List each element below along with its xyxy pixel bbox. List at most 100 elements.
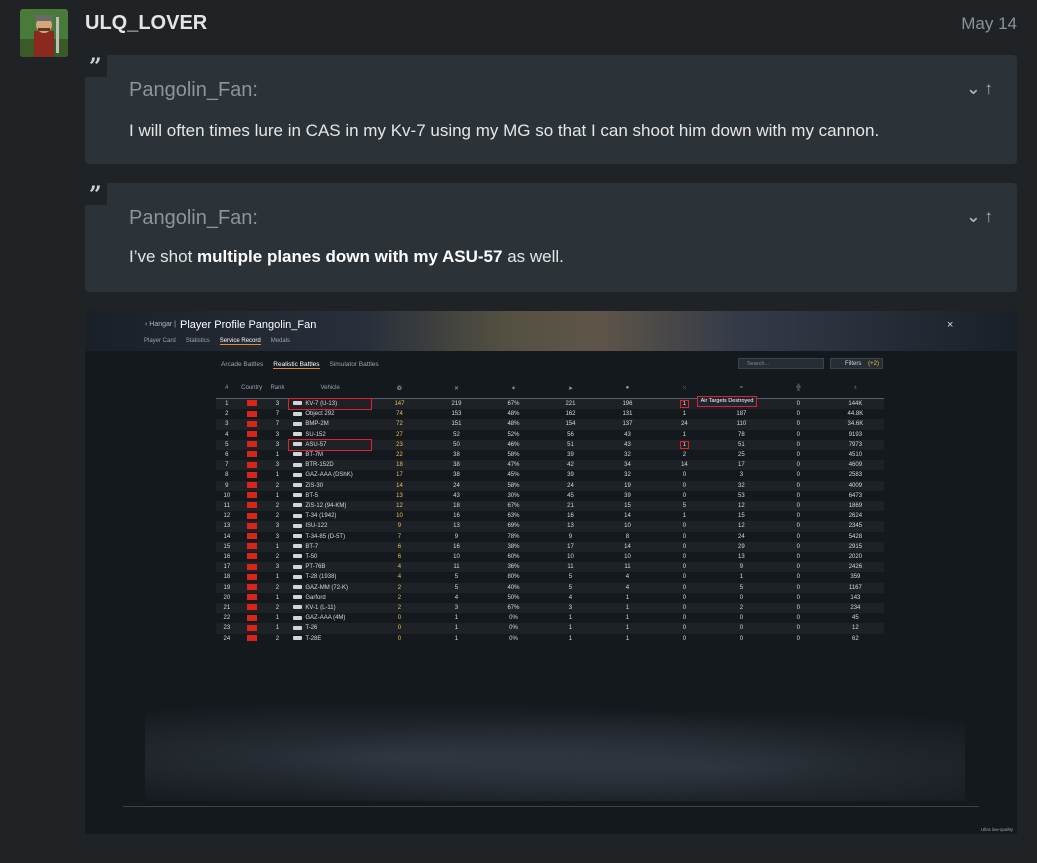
ground-targets-value: 1 bbox=[598, 603, 656, 614]
table-row[interactable]: 8 1 GAZ-AAA (DShK) 17 38 45% 39 32 0 3 0 2583 bbox=[216, 470, 884, 480]
table-row[interactable]: 2 7 Object 292 74 153 48% 162 131 1 187 0 44.8K bbox=[216, 409, 884, 419]
expand-quote-icon[interactable]: ⌄ bbox=[966, 79, 984, 98]
table-row[interactable]: 6 1 BT-7M 22 38 58% 39 32 2 25 0 4510 bbox=[216, 450, 884, 460]
activity-value: 0 bbox=[796, 574, 800, 581]
battles-value: 17 bbox=[396, 472, 403, 479]
col-rank[interactable]: Rank bbox=[265, 378, 290, 399]
naval-targets-value: 3 bbox=[739, 472, 744, 479]
tab-player-card[interactable]: Player Card bbox=[144, 338, 176, 345]
table-row[interactable]: 22 1 GAZ-AAA (4M) 0 1 0% 1 1 0 0 0 45 bbox=[216, 613, 884, 623]
table-row[interactable]: 7 3 BTR-152D 18 38 47% 42 34 14 17 0 4609 bbox=[216, 460, 884, 471]
vehicle-cell: T-26 bbox=[289, 623, 371, 634]
go-to-quote-icon[interactable]: ↑ bbox=[985, 79, 998, 98]
row-number: 4 bbox=[225, 431, 229, 438]
respawns-value: 4 bbox=[454, 594, 459, 601]
rank: 3 bbox=[265, 521, 290, 532]
tab-simulator[interactable]: Simulator Battles bbox=[330, 361, 379, 369]
table-row[interactable]: 4 3 SU-152 27 52 52% 56 43 1 78 0 9193 bbox=[216, 430, 884, 440]
activity-value: 0 bbox=[769, 562, 827, 573]
filters-count: (+2) bbox=[868, 361, 879, 367]
table-row[interactable]: 9 2 ZiS-30 14 24 58% 24 19 0 32 0 4009 bbox=[216, 480, 884, 491]
table-row[interactable]: 13KV-7 (U-13)14721967%22119611760144K bbox=[216, 397, 884, 411]
table-row[interactable]: 15 1 BT-7 6 16 38% 17 14 0 29 0 2915 bbox=[216, 541, 884, 553]
table-row[interactable]: 21 2 KV-1 (L-11) 2 3 67% 3 1 0 2 0 234 bbox=[216, 603, 884, 614]
vehicle-name: PT-76B bbox=[305, 564, 326, 571]
close-icon[interactable]: × bbox=[947, 319, 953, 331]
victories-value: 58% bbox=[507, 452, 520, 459]
table-row[interactable]: 18 1 T-28 (1938) 4 5 80% 5 4 0 1 0 359 bbox=[216, 572, 884, 582]
battles-value: 7 bbox=[397, 533, 402, 540]
go-to-quote-icon[interactable]: ↑ bbox=[985, 207, 998, 226]
col-country[interactable]: Country bbox=[237, 378, 266, 399]
tank-icon bbox=[293, 472, 303, 477]
table-row[interactable]: 19 2 GAZ-MM (72-K) 2 5 40% 5 4 0 5 0 1167 bbox=[216, 582, 884, 593]
ussr-flag-icon bbox=[246, 533, 257, 540]
tab-medals[interactable]: Medals bbox=[271, 338, 290, 345]
victories-icon[interactable]: ✶ bbox=[484, 378, 542, 399]
embedded-screenshot[interactable]: ‹ Hangar | Player Profile Pangolin_Fan ×… bbox=[85, 311, 1017, 834]
country-flag bbox=[237, 562, 266, 573]
table-row[interactable]: 13 3 ISU-122 9 13 69% 13 10 0 12 0 2345 bbox=[216, 521, 884, 532]
rank: 2 bbox=[275, 554, 280, 561]
row-number: 23 bbox=[216, 623, 238, 634]
naval-targets-value: 29 bbox=[712, 541, 770, 553]
post-author[interactable]: ULQ_LOVER bbox=[85, 12, 207, 35]
back-to-hangar-link[interactable]: ‹ Hangar | bbox=[145, 321, 176, 328]
activity-value: 0 bbox=[796, 411, 800, 418]
activity-value: 0 bbox=[796, 554, 800, 561]
table-row[interactable]: 5 3 ASU-57 23 50 46% 51 43 1 51 0 7973 bbox=[216, 438, 884, 452]
quote-author[interactable]: Pangolin_Fan: bbox=[129, 79, 258, 102]
deaths-icon[interactable]: ➤ bbox=[541, 378, 599, 399]
tab-service-record[interactable]: Service Record bbox=[219, 338, 261, 345]
svg-text:”: ” bbox=[89, 183, 102, 205]
respawns-icon[interactable]: ✕ bbox=[427, 378, 485, 399]
table-row[interactable]: 14 3 T-34-85 (D-5T) 7 9 78% 9 8 0 24 0 5428 bbox=[216, 532, 884, 542]
activity-value: 0 bbox=[769, 582, 827, 593]
respawns-value: 38 bbox=[427, 460, 485, 471]
table-row[interactable]: 17 3 PT-76B 4 11 36% 11 11 0 9 0 2426 bbox=[216, 562, 884, 573]
col-vehicle[interactable]: Vehicle bbox=[289, 378, 371, 399]
quote-text: I’ve shot multiple planes down with my A… bbox=[129, 247, 564, 267]
table-row[interactable]: 23 1 T-26 0 1 0% 1 1 0 0 0 12 bbox=[216, 623, 884, 634]
vehicle-name: BT-5 bbox=[305, 492, 319, 499]
ship-icon[interactable]: ╬ bbox=[769, 378, 827, 399]
deaths-value: 39 bbox=[567, 452, 574, 459]
battles-value: 72 bbox=[370, 419, 428, 430]
table-row[interactable]: 20 1 Garford 2 4 50% 4 1 0 0 0 143 bbox=[216, 593, 884, 603]
filters-button[interactable]: Filters (+2) bbox=[830, 358, 883, 369]
profile-title: Player Profile Pangolin_Fan bbox=[180, 319, 317, 331]
air-targets-value: 0 bbox=[655, 541, 713, 553]
battles-value: 9 bbox=[370, 521, 428, 532]
activity-value: 0 bbox=[769, 541, 827, 553]
ussr-flag-icon bbox=[246, 543, 257, 550]
quote-author[interactable]: Pangolin_Fan: bbox=[129, 207, 258, 230]
activity-icon[interactable]: ♁ bbox=[826, 378, 884, 399]
tab-statistics[interactable]: Statistics bbox=[186, 338, 210, 345]
table-row[interactable]: 16 2 T-50 6 10 60% 10 10 0 13 0 2020 bbox=[216, 552, 884, 562]
search-input[interactable]: Search... bbox=[738, 358, 824, 369]
tab-realistic[interactable]: Realistic Battles bbox=[273, 361, 320, 369]
table-row[interactable]: 10 1 BT-5 13 43 30% 45 39 0 53 0 6473 bbox=[216, 491, 884, 501]
avatar[interactable] bbox=[20, 9, 68, 57]
victories-value: 52% bbox=[507, 431, 520, 438]
tab-arcade[interactable]: Arcade Battles bbox=[221, 361, 263, 369]
table-row[interactable]: 11 2 ZiS-12 (94-KM) 12 18 67% 21 15 5 12 0 1869 bbox=[216, 501, 884, 512]
table-row[interactable]: 12 2 T-34 (1942) 10 16 63% 16 14 1 15 0 2624 bbox=[216, 511, 884, 521]
game-profile-ui: ‹ Hangar | Player Profile Pangolin_Fan ×… bbox=[85, 311, 1017, 834]
row-number: 19 bbox=[216, 582, 238, 593]
battles-icon[interactable]: ❂ bbox=[370, 378, 428, 399]
table-row[interactable]: 3 7 BMP-2M 72 151 48% 154 137 24 110 0 34.6K bbox=[216, 419, 884, 430]
activity-value: 0 bbox=[769, 460, 827, 471]
vehicle-cell: T-34-85 (D-5T) bbox=[289, 532, 371, 542]
ussr-flag-icon bbox=[246, 461, 257, 468]
expand-quote-icon[interactable]: ⌄ bbox=[966, 207, 984, 226]
activity-value: 0 bbox=[769, 480, 827, 491]
country-flag bbox=[238, 470, 266, 480]
rank: 3 bbox=[275, 431, 280, 438]
tank-icon bbox=[293, 411, 303, 416]
col-number[interactable]: # bbox=[216, 378, 238, 399]
ground-targets-icon[interactable]: ● bbox=[598, 378, 656, 399]
post-date[interactable]: May 14 bbox=[961, 14, 1017, 34]
table-row[interactable]: 24 2 T-28E 0 1 0% 1 1 0 0 0 62 bbox=[216, 634, 884, 644]
deaths-value: 3 bbox=[541, 603, 599, 614]
